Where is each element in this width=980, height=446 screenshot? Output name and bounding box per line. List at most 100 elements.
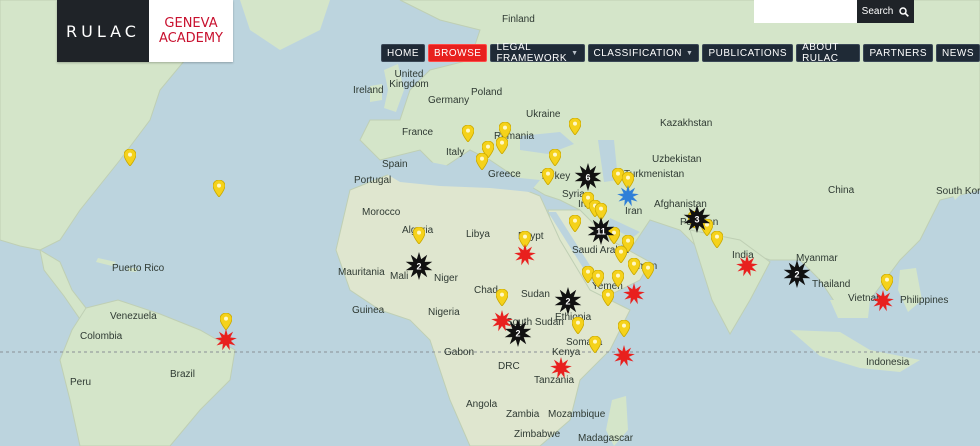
label-uk: United Kingdom (389, 69, 429, 90)
map-pin-yellow-icon (541, 167, 555, 186)
label-puerto-rico: Puerto Rico (112, 263, 165, 274)
nav-news-label: NEWS (942, 47, 974, 59)
label-germany: Germany (428, 95, 470, 106)
nav-about-rulac-label: ABOUT RULAC (802, 42, 839, 64)
map-burst-blue[interactable] (616, 185, 639, 212)
nav-browse-label: BROWSE (434, 47, 482, 59)
label-peru: Peru (70, 377, 92, 388)
cluster-count: 6 (585, 172, 590, 182)
label-libya: Libya (466, 229, 490, 240)
map-pin-yellow[interactable] (601, 288, 615, 311)
map-pin-yellow[interactable] (495, 288, 508, 311)
map-burst-red[interactable] (872, 290, 895, 317)
map-pin-yellow-icon (710, 230, 724, 249)
map-cluster-black[interactable]: 6 (574, 162, 602, 196)
map-pin-yellow[interactable] (212, 179, 226, 202)
map-burst-red[interactable] (613, 344, 636, 372)
label-thailand: Thailand (812, 279, 851, 290)
label-nigeria: Nigeria (428, 307, 460, 318)
label-colombia: Colombia (80, 331, 123, 342)
map-pin-yellow-icon (568, 117, 581, 136)
map-pin-yellow-icon (611, 269, 625, 288)
label-brazil: Brazil (170, 369, 196, 380)
map-pin-yellow[interactable] (541, 167, 555, 190)
nav-publications[interactable]: PUBLICATIONS (702, 44, 794, 62)
label-kazakhstan: Kazakhstan (660, 118, 713, 129)
label-drc: DRC (498, 361, 520, 372)
map-pin-yellow-icon (123, 148, 137, 167)
label-south-korea: South Korea (936, 186, 980, 197)
nav-about-rulac[interactable]: ABOUT RULAC (796, 42, 861, 64)
world-map[interactable] (0, 0, 980, 446)
map-pin-yellow[interactable] (588, 335, 601, 358)
nav-legal-framework[interactable]: LEGAL FRAMEWORK ▼ (490, 42, 585, 64)
map-pin-yellow-icon (614, 245, 628, 264)
label-ukraine: Ukraine (526, 109, 561, 120)
map-pin-yellow[interactable] (123, 148, 137, 171)
map-cluster-black-icon: 6 (574, 162, 602, 191)
nav-browse[interactable]: BROWSE (428, 44, 488, 62)
map-pin-yellow-icon (568, 214, 581, 233)
map-cluster-black[interactable]: 3 (683, 205, 711, 238)
map-burst-red[interactable] (215, 329, 237, 356)
map-burst-red[interactable] (623, 282, 646, 310)
map-cluster-black[interactable]: 2 (554, 287, 582, 320)
nav-home[interactable]: HOME (381, 44, 425, 62)
map-pin-yellow[interactable] (617, 319, 631, 342)
label-china: China (828, 185, 855, 196)
map-pin-yellow-icon (412, 226, 425, 245)
nav-news[interactable]: NEWS (936, 44, 980, 62)
nav-classification[interactable]: CLASSIFICATION ▼ (587, 44, 700, 62)
label-poland: Poland (471, 87, 503, 98)
map-pin-yellow[interactable] (461, 124, 475, 147)
map-cluster-black[interactable]: 2 (504, 318, 532, 352)
map-burst-red[interactable] (550, 356, 573, 384)
label-spain: Spain (382, 159, 408, 170)
chevron-down-icon: ▼ (686, 49, 694, 57)
search-icon (899, 6, 910, 17)
map-pin-yellow[interactable] (495, 136, 508, 159)
map-pin-yellow-icon (880, 273, 894, 292)
map-pin-yellow[interactable] (641, 261, 655, 284)
logo-rulac-text: RULAC (57, 0, 149, 62)
map-pin-yellow-icon (627, 257, 641, 276)
nav-partners-label: PARTNERS (869, 47, 927, 59)
rulac-logo[interactable]: RULAC GENEVA ACADEMY (57, 0, 233, 62)
label-finland: Finland (502, 14, 535, 25)
label-sudan: Sudan (521, 289, 550, 300)
map-pin-yellow-icon (591, 269, 605, 288)
map-cluster-black[interactable]: 2 (783, 260, 811, 293)
map-burst-red[interactable] (736, 255, 759, 282)
map-pin-yellow[interactable] (627, 257, 641, 280)
map-cluster-black[interactable]: 2 (405, 252, 433, 285)
label-italy: Italy (446, 147, 465, 158)
map-burst-blue-icon (616, 185, 639, 207)
label-zimbabwe: Zimbabwe (514, 429, 561, 440)
map-cluster-black-icon: 2 (405, 252, 432, 281)
map-pin-yellow[interactable] (412, 226, 425, 249)
logo-line2: ACADEMY (158, 31, 224, 46)
label-morocco: Morocco (362, 207, 401, 218)
map-pin-yellow-icon (212, 179, 226, 198)
map-pin-yellow[interactable] (614, 245, 628, 268)
label-angola: Angola (466, 399, 498, 410)
map-burst-red-icon (623, 282, 646, 304)
map-cluster-black-icon: 2 (504, 318, 532, 347)
map-pin-yellow[interactable] (568, 117, 581, 140)
nav-partners[interactable]: PARTNERS (863, 44, 933, 62)
search-input[interactable] (754, 0, 857, 23)
label-chad: Chad (474, 285, 498, 296)
map-pin-yellow[interactable] (475, 152, 489, 175)
main-nav: HOME BROWSE LEGAL FRAMEWORK ▼ CLASSIFICAT… (381, 42, 980, 64)
cluster-count: 11 (596, 227, 606, 237)
label-france: France (402, 127, 434, 138)
map-pin-yellow-icon (495, 136, 508, 155)
map-burst-red[interactable] (513, 243, 536, 271)
cluster-count: 2 (416, 262, 421, 272)
map-pin-yellow[interactable] (568, 214, 581, 237)
map-burst-red-icon (550, 356, 573, 378)
map-cluster-black[interactable]: 11 (587, 217, 615, 250)
cluster-count: 2 (516, 328, 521, 338)
search-button[interactable]: Search (857, 0, 914, 23)
map-pin-yellow[interactable] (710, 230, 724, 253)
